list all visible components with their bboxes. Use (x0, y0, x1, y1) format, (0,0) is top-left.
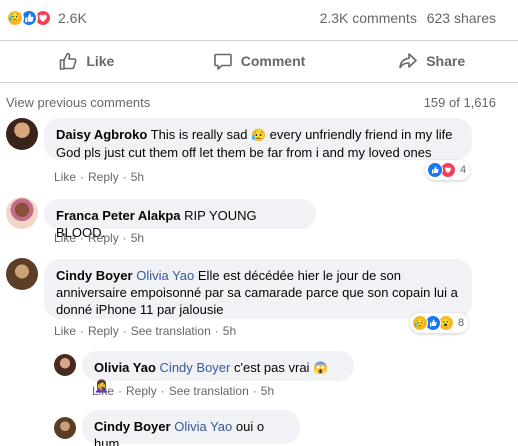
comment-reaction-count: 4 (460, 164, 467, 176)
comment-actions: Like · Reply · See translation · 5h (54, 324, 237, 338)
comment-like-link[interactable]: Like (54, 324, 76, 338)
post-stats-bar: 😥 2.6K 2.3K comments 623 shares (0, 0, 518, 36)
comment-author[interactable]: Franca Peter Alakpa (56, 208, 181, 223)
avatar[interactable] (6, 118, 38, 150)
divider (0, 82, 518, 83)
comment-bubble: Franca Peter Alakpa RIP YOUNG BLOOD. (44, 199, 316, 240)
comment-bubble: Daisy Agbroko This is really sad 😥 every… (44, 118, 472, 160)
comment-like-link[interactable]: Like (92, 384, 114, 398)
like-button[interactable]: Like (0, 42, 173, 80)
reactions-summary[interactable]: 😥 2.6K (6, 9, 87, 27)
comment-like-link[interactable]: Like (54, 170, 76, 184)
comment-author[interactable]: Cindy Boyer (56, 268, 133, 283)
share-button[interactable]: Share (345, 42, 518, 80)
sad-reaction-icon: 😥 (412, 315, 428, 331)
see-translation-link[interactable]: See translation (169, 384, 249, 398)
avatar[interactable] (54, 417, 76, 439)
comment-button[interactable]: Comment (173, 42, 346, 80)
reaction-count[interactable]: 2.6K (58, 10, 87, 26)
share-icon (399, 53, 418, 69)
thumbs-up-icon (60, 52, 77, 70)
share-button-label: Share (426, 53, 466, 69)
comment-reply-link[interactable]: Reply (88, 324, 119, 338)
comment-bubble: Cindy Boyer Olivia Yao oui o hum (82, 410, 300, 446)
like-reaction-icon (427, 162, 443, 178)
comment-actions: Like · Reply · 5h (54, 231, 145, 245)
comment-text: This is really sad (150, 127, 248, 142)
comment-time[interactable]: 5h (261, 384, 274, 398)
comment-time[interactable]: 5h (131, 170, 144, 184)
post-action-bar: Like Comment Share (0, 42, 518, 80)
sad-emoji: 😥 (251, 128, 267, 142)
comment-actions: Like · Reply · 5h (54, 170, 145, 184)
comment-time[interactable]: 5h (131, 231, 144, 245)
comment-reaction-count: 8 (458, 317, 465, 329)
mentioned-user[interactable]: Olivia Yao (136, 268, 194, 283)
shares-count[interactable]: 623 shares (427, 10, 496, 26)
avatar[interactable] (6, 197, 38, 229)
avatar[interactable] (54, 354, 76, 376)
comment-text: c'est pas vrai (233, 360, 310, 375)
comment-like-link[interactable]: Like (54, 231, 76, 245)
comment-actions: Like · Reply · See translation · 5h (92, 384, 275, 398)
comment-button-label: Comment (240, 53, 306, 69)
comment-reply-link[interactable]: Reply (88, 170, 119, 184)
comment-reactions[interactable]: 4 (425, 160, 471, 180)
avatar[interactable] (6, 258, 38, 290)
comments-count[interactable]: 2.3K comments (320, 10, 417, 26)
comment-author[interactable]: Daisy Agbroko (56, 127, 147, 142)
comment-reply-link[interactable]: Reply (126, 384, 157, 398)
mentioned-user[interactable]: Olivia Yao (174, 419, 232, 434)
comment-icon (213, 53, 232, 70)
sad-reaction-icon: 😥 (6, 9, 24, 27)
mentioned-user[interactable]: Cindy Boyer (160, 360, 231, 375)
comment-author[interactable]: Olivia Yao (94, 360, 156, 375)
see-translation-link[interactable]: See translation (131, 324, 211, 338)
comment-bubble: Cindy Boyer Olivia Yao Elle est décédée … (44, 259, 472, 319)
comment-reactions[interactable]: 😥 😮 8 (410, 313, 469, 333)
like-button-label: Like (86, 53, 115, 69)
comment-reply-link[interactable]: Reply (88, 231, 119, 245)
comments-page-count: 159 of 1,616 (423, 95, 496, 110)
comment-bubble: Olivia Yao Cindy Boyer c'est pas vrai 😱🤦… (82, 351, 354, 393)
divider (0, 40, 518, 41)
comment-author[interactable]: Cindy Boyer (94, 419, 171, 434)
comment-time[interactable]: 5h (223, 324, 236, 338)
view-previous-comments-link[interactable]: View previous comments (6, 95, 150, 110)
